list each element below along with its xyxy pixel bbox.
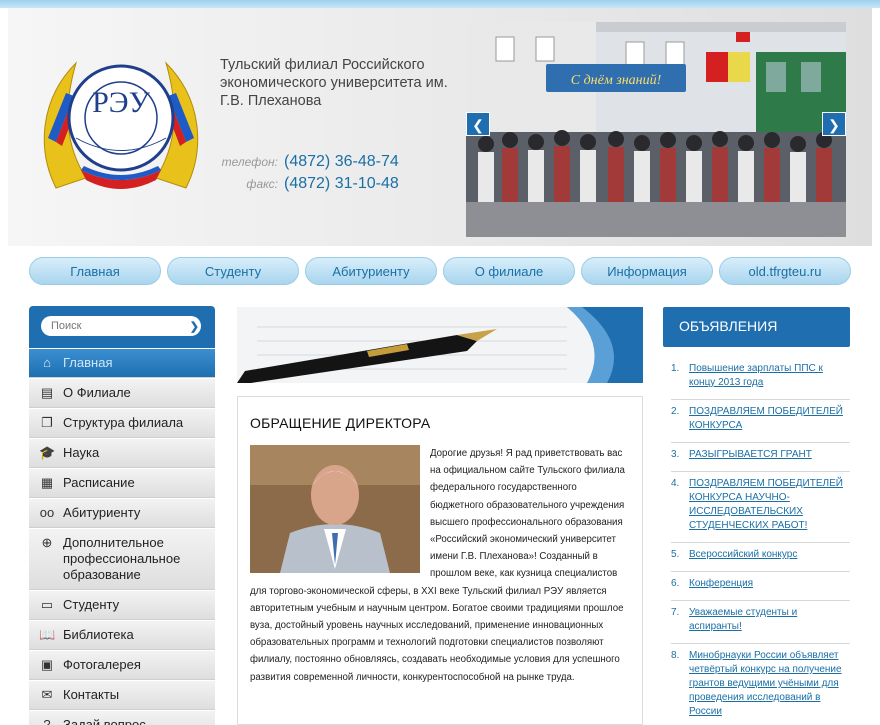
- structure-icon: ❐: [41, 415, 53, 430]
- list-item: 4. ПОЗДРАВЛЯЕМ ПОБЕДИТЕЛЕЙ КОНКУРСА НАУЧ…: [671, 472, 850, 543]
- phone-number: (4872) 36-48-74: [284, 153, 399, 170]
- applicants-icon: oo: [39, 505, 55, 520]
- announcement-link[interactable]: ПОЗДРАВЛЯЕМ ПОБЕДИТЕЛЕЙ КОНКУРСА НАУЧНО-…: [689, 477, 850, 533]
- institution-name: Тульский филиал Российского экономическо…: [220, 57, 448, 109]
- sidebar-item-label: Дополнительное профессиональное образова…: [63, 535, 181, 582]
- plus-circle-icon: ⊕: [41, 535, 53, 550]
- list-item: 3. РАЗЫГРЫВАЕТСЯ ГРАНТ: [671, 443, 850, 472]
- sidebar-item-label: О Филиале: [63, 385, 131, 400]
- director-address: ОБРАЩЕНИЕ ДИРЕКТОРА Дорогие друзья! Я ра…: [237, 396, 643, 725]
- announcement-link[interactable]: Конференция: [689, 577, 753, 591]
- article-title: ОБРАЩЕНИЕ ДИРЕКТОРА: [250, 415, 431, 431]
- sidebar-item-label: Абитуриенту: [63, 505, 141, 520]
- search-input[interactable]: [41, 316, 201, 336]
- fax-row: факс: (4872) 31-10-48: [220, 175, 399, 193]
- schedule-icon: ▦: [40, 475, 54, 490]
- sidebar-item-label: Контакты: [63, 687, 120, 702]
- info-icon: ▤: [40, 385, 54, 400]
- nav-old-site[interactable]: old.tfrgteu.ru: [719, 257, 851, 285]
- sidebar-item-schedule[interactable]: ▦ Расписание: [29, 468, 215, 498]
- announcement-link[interactable]: Минобрнауки России объявляет четвёртый к…: [689, 649, 850, 719]
- top-accent-bar: [0, 0, 880, 8]
- sidebar-item-label: Студенту: [63, 597, 120, 612]
- sidebar-item-label: Структура филиала: [63, 415, 184, 430]
- slider-banner-text: С днём знаний!: [571, 73, 662, 88]
- announcements-list: 1. Повышение зарплаты ППС к концу 2013 го…: [663, 347, 850, 725]
- nav-information[interactable]: Информация: [581, 257, 713, 285]
- announcements-title: ОБЪЯВЛЕНИЯ: [663, 307, 850, 347]
- announcement-link[interactable]: РАЗЫГРЫВАЕТСЯ ГРАНТ: [689, 448, 812, 462]
- phone-label: телефон:: [221, 155, 278, 169]
- sidebar-item-label: Главная: [63, 355, 113, 370]
- list-item: 8. Минобрнауки России объявляет четвёрты…: [671, 644, 850, 725]
- graduation-cap-icon: 🎓: [39, 445, 56, 460]
- sidebar-item-students[interactable]: ▭ Студенту: [29, 590, 215, 620]
- sidebar-item-science[interactable]: 🎓 Наука: [29, 438, 215, 468]
- nav-student[interactable]: Студенту: [167, 257, 299, 285]
- list-item: 6. Конференция: [671, 572, 850, 601]
- list-item: 5. Всероссийский конкурс: [671, 543, 850, 572]
- sidebar-item-label: Библиотека: [63, 627, 134, 642]
- list-item: 7. Уважаемые студенты и аспиранты!: [671, 601, 850, 644]
- announcement-link[interactable]: ПОЗДРАВЛЯЕМ ПОБЕДИТЕЛЕЙ КОНКУРСА: [689, 405, 850, 433]
- book-icon: 📖: [39, 627, 56, 642]
- home-icon: ⌂: [43, 355, 51, 370]
- list-item: 2. ПОЗДРАВЛЯЕМ ПОБЕДИТЕЛЕЙ КОНКУРСА: [671, 400, 850, 443]
- nav-about[interactable]: О филиале: [443, 257, 575, 285]
- sidebar-item-label: Задай вопрос: [63, 717, 146, 725]
- sidebar-item-additional-education[interactable]: ⊕ Дополнительное профессиональное образов…: [29, 528, 215, 590]
- announcements-panel: ОБЪЯВЛЕНИЯ 1. Повышение зарплаты ППС к ко…: [663, 307, 850, 725]
- nav-applicant[interactable]: Абитуриенту: [305, 257, 437, 285]
- fax-number: (4872) 31-10-48: [284, 175, 399, 192]
- pen-banner-image: [237, 307, 643, 383]
- site-header: РЭУ Тульский филиал Российского экономич…: [8, 8, 872, 246]
- university-logo[interactable]: РЭУ: [36, 38, 206, 208]
- announcement-link[interactable]: Повышение зарплаты ППС к концу 2013 года: [689, 362, 850, 390]
- sidebar-item-structure[interactable]: ❐ Структура филиала: [29, 408, 215, 438]
- photo-slider[interactable]: С днём знаний! ❮ ❯: [466, 22, 846, 237]
- director-photo: [250, 445, 420, 573]
- search-go-icon[interactable]: ❯: [190, 320, 199, 333]
- announcement-link[interactable]: Всероссийский конкурс: [689, 548, 797, 562]
- list-item: 1. Повышение зарплаты ППС к концу 2013 го…: [671, 357, 850, 400]
- sidebar-item-applicants[interactable]: oo Абитуриенту: [29, 498, 215, 528]
- announcement-link[interactable]: Уважаемые студенты и аспиранты!: [689, 606, 850, 634]
- sidebar-item-home[interactable]: ⌂ Главная: [29, 348, 215, 378]
- slider-photo: С днём знаний!: [466, 22, 846, 237]
- sidebar-item-label: Фотогалерея: [63, 657, 141, 672]
- pen-illustration: [237, 307, 643, 383]
- sidebar-search: ❯: [29, 306, 215, 348]
- main-navigation: Главная Студенту Абитуриенту О филиале И…: [29, 257, 851, 285]
- laptop-icon: ▭: [40, 597, 54, 612]
- nav-main[interactable]: Главная: [29, 257, 161, 285]
- sidebar: ❯ ⌂ Главная ▤ О Филиале ❐ Структура филиала…: [29, 306, 215, 725]
- sidebar-item-ask-question[interactable]: ? Задай вопрос: [29, 710, 215, 725]
- fax-label: факс:: [246, 177, 278, 191]
- slider-prev-button[interactable]: ❮: [466, 112, 490, 136]
- sidebar-item-gallery[interactable]: ▣ Фотогалерея: [29, 650, 215, 680]
- sidebar-item-contacts[interactable]: ✉ Контакты: [29, 680, 215, 710]
- sidebar-item-about[interactable]: ▤ О Филиале: [29, 378, 215, 408]
- sidebar-item-label: Расписание: [63, 475, 135, 490]
- sidebar-item-label: Наука: [63, 445, 100, 460]
- question-icon: ?: [43, 717, 51, 725]
- svg-text:РЭУ: РЭУ: [92, 86, 150, 119]
- sidebar-item-library[interactable]: 📖 Библиотека: [29, 620, 215, 650]
- mail-icon: ✉: [41, 687, 53, 702]
- phone-row: телефон: (4872) 36-48-74: [220, 153, 399, 171]
- slider-next-button[interactable]: ❯: [822, 112, 846, 136]
- gallery-icon: ▣: [40, 657, 54, 672]
